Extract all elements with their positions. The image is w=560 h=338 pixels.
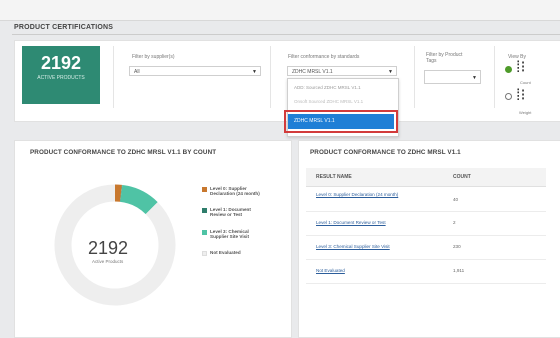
active-products-tile[interactable]: 2192 ACTIVE PRODUCTS [22,46,100,104]
legend-item: Not Evaluated [202,250,260,256]
column-header-count: COUNT [453,174,471,180]
title-divider [12,34,560,35]
result-name-link[interactable]: Level 0: Supplier Declaration (24 month) [316,192,404,198]
view-weight-label: Weight [519,110,531,115]
legend-swatch [202,187,207,192]
tags-filter-label: Filter by Product Tags [426,52,466,64]
legend-item: Level 0: Supplier Declaration (24 month) [202,186,260,197]
result-name-link[interactable]: Level 3: Chemical Supplier Site Visit [316,244,390,250]
active-products-label: ACTIVE PRODUCTS [22,75,100,81]
view-count-label: Count [520,80,531,85]
legend-label: Level 3: Chemical Supplier Site Visit [210,229,260,240]
legend-swatch [202,208,207,213]
page-title: PRODUCT CERTIFICATIONS [14,24,113,31]
result-name-link[interactable]: Not Evaluated [316,268,345,274]
divider [494,46,495,108]
supplier-select-value: All [134,69,140,75]
donut-center-value: 2192 [88,238,128,259]
view-weight-radio[interactable] [505,93,512,100]
legend-label: Level 1: Document Review or Test [210,207,260,218]
legend-swatch [202,251,207,256]
chevron-down-icon: ▼ [252,67,257,77]
donut-center-label: Active Products [92,259,123,264]
dropdown-option[interactable]: ADD: Sourced ZDHC MRSL V1.1 [294,85,361,90]
bar-chart-icon: ⁞⁝ [516,88,526,104]
dropdown-option[interactable]: Onsoft Sourced ZDHC MRSL V1.1 [294,99,363,104]
supplier-select[interactable]: All ▼ [129,66,261,76]
table-row: Level 3: Chemical Supplier Site Visit 23… [306,235,546,260]
result-count: 230 [453,244,461,249]
active-products-count: 2192 [22,53,100,73]
table-row: Level 0: Supplier Declaration (24 month)… [306,187,546,212]
divider [270,46,271,108]
result-count: 40 [453,197,458,202]
divider [113,46,114,108]
tags-select[interactable]: ▼ [424,70,481,84]
table-card-title: PRODUCT CONFORMANCE TO ZDHC MRSL V1.1 [310,149,461,156]
result-count: 1,911 [453,268,464,273]
legend-label: Not Evaluated [210,250,241,255]
legend-swatch [202,230,207,235]
table-header: RESULT NAME COUNT [306,168,546,187]
legend-item: Level 1: Document Review or Test [202,207,260,218]
donut-card-title: PRODUCT CONFORMANCE TO ZDHC MRSL V1.1 BY… [30,149,216,156]
column-header-result-name: RESULT NAME [316,174,352,180]
chevron-down-icon: ▼ [472,73,477,83]
top-bar [0,0,560,21]
result-count: 2 [453,220,456,225]
legend-label: Level 0: Supplier Declaration (24 month) [210,186,260,197]
legend-item: Level 3: Chemical Supplier Site Visit [202,229,260,240]
standard-select-value: ZDHC MRSL V1.1 [292,69,333,75]
result-name-link[interactable]: Level 1: Document Review or Test [316,220,386,226]
table-row: Level 1: Document Review or Test 2 [306,211,546,236]
divider [414,46,415,108]
bar-chart-icon: ⁞⁝ [516,60,526,76]
view-count-radio[interactable] [505,66,512,73]
donut-slice[interactable] [121,193,151,208]
chevron-down-icon: ▼ [388,67,393,77]
standard-select[interactable]: ZDHC MRSL V1.1 ▼ [287,66,397,76]
selection-highlight [284,110,398,133]
table-row: Not Evaluated 1,911 [306,259,546,284]
standard-filter-label: Filter conformance by standards [288,54,359,60]
supplier-filter-label: Filter by supplier(s) [132,54,175,60]
